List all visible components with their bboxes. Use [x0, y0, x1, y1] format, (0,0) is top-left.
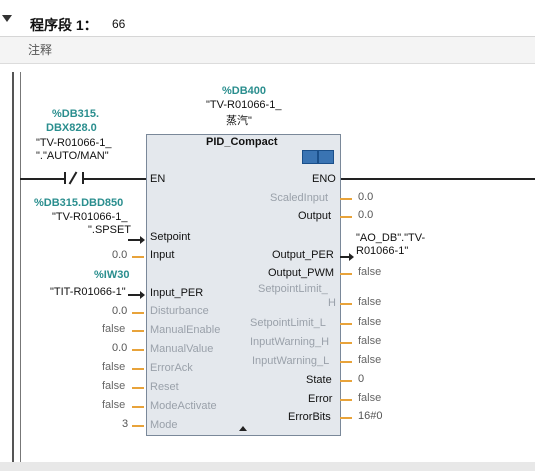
instance-db-name-line2[interactable]: 蒸汽" [226, 112, 252, 128]
input-value-reset[interactable]: false [102, 380, 125, 392]
contact-tag-line1[interactable]: "TV-R01066-1_ [36, 137, 111, 149]
output-wire-scaledinput [340, 198, 352, 200]
en-pin-label: EN [150, 173, 166, 185]
output-wire-output-pwm [340, 273, 352, 275]
output-value-error[interactable]: false [358, 392, 381, 404]
input-value-erroreack[interactable]: false [102, 361, 125, 373]
input-pin-input[interactable]: Input [150, 249, 174, 261]
output-pin-output[interactable]: Output [298, 210, 331, 222]
setpoint-wire [128, 239, 140, 241]
block-type-title: PID_Compact [206, 136, 278, 148]
output-pin-output-per[interactable]: Output_PER [272, 249, 334, 261]
output-pin-errorbits[interactable]: ErrorBits [288, 411, 331, 423]
contact-address-line1[interactable]: %DB315. [52, 108, 99, 120]
input-wire-disturbance [132, 312, 144, 314]
instance-db-name-line1[interactable]: "TV-R01066-1_ [206, 99, 281, 111]
output-wire-output [340, 216, 352, 218]
input-value-mode[interactable]: 3 [122, 418, 128, 430]
input-wire-manualvalue [132, 349, 144, 351]
input-wire-mode [132, 425, 144, 427]
output-wire-errorbits [340, 417, 352, 419]
output-wire-inputwarning-h [340, 342, 352, 344]
output-wire-setpointlimit-l [340, 323, 352, 325]
collapse-arrow-icon[interactable] [2, 15, 12, 22]
contact-negation-slash[interactable] [68, 171, 78, 185]
input-value-disturbance[interactable]: 0.0 [112, 305, 127, 317]
output-per-target-tag-line2[interactable]: R01066-1" [356, 245, 408, 257]
setpoint-arrow-icon [140, 236, 145, 244]
input-pin-mode[interactable]: Mode [150, 419, 178, 431]
setpoint-source-tag-line1[interactable]: "TV-R01066-1_ [52, 211, 127, 223]
setpoint-source-address[interactable]: %DB315.DBD850 [34, 197, 123, 209]
output-pin-state[interactable]: State [306, 374, 332, 386]
bottom-scroll-area[interactable] [0, 462, 535, 471]
output-value-state[interactable]: 0 [358, 373, 364, 385]
output-value-output[interactable]: 0.0 [358, 209, 373, 221]
output-pin-output-pwm[interactable]: Output_PWM [268, 267, 334, 279]
comment-row[interactable] [0, 37, 535, 63]
output-value-output-pwm[interactable]: false [358, 266, 381, 278]
input-wire-modeactivate [132, 406, 144, 408]
input-value-input[interactable]: 0.0 [112, 249, 127, 261]
output-pin-inputwarning-l[interactable]: InputWarning_L [252, 355, 329, 367]
network-number: 66 [112, 17, 126, 31]
contact-tag-line2[interactable]: "."AUTO/MAN" [36, 150, 109, 162]
power-rail-inner [20, 72, 21, 462]
output-value-scaledinput[interactable]: 0.0 [358, 191, 373, 203]
instance-db-address[interactable]: %DB400 [222, 85, 266, 97]
output-pin-scaledinput[interactable]: ScaledInput [270, 192, 328, 204]
output-value-errorbits[interactable]: 16#0 [358, 410, 382, 422]
input-pin-modeactivate[interactable]: ModeActivate [150, 400, 217, 412]
input-value-modeactivate[interactable]: false [102, 399, 125, 411]
rung-line-to-en [84, 178, 146, 180]
input-wire-reset [132, 387, 144, 389]
input-pin-manualvalue[interactable]: ManualValue [150, 343, 213, 355]
rung-line-left [20, 178, 64, 180]
output-wire-error [340, 399, 352, 401]
network-comment[interactable]: 注释 [28, 41, 52, 58]
output-pin-setpointlimit-h-line1[interactable]: SetpointLimit_ [258, 283, 328, 295]
eno-pin-label: ENO [312, 173, 336, 185]
setpoint-source-tag-line2[interactable]: ".SPSET [88, 224, 131, 236]
input-pin-input-per[interactable]: Input_PER [150, 287, 203, 299]
output-per-target-tag-line1[interactable]: "AO_DB"."TV- [356, 232, 425, 244]
rung-line-eno [339, 178, 535, 180]
comment-divider [0, 63, 535, 64]
output-wire-state [340, 380, 352, 382]
output-value-inputwarning-h[interactable]: false [358, 335, 381, 347]
input-pin-reset[interactable]: Reset [150, 381, 179, 393]
output-pin-error[interactable]: Error [308, 393, 332, 405]
output-pin-inputwarning-h[interactable]: InputWarning_H [250, 336, 329, 348]
expand-pins-icon[interactable] [239, 426, 247, 431]
input-value-manualvalue[interactable]: 0.0 [112, 342, 127, 354]
output-pin-setpointlimit-l[interactable]: SetpointLimit_L [250, 317, 326, 329]
output-per-arrow-icon [349, 253, 354, 261]
input-per-source-address[interactable]: %IW30 [94, 269, 129, 281]
network-title[interactable]: 程序段 1： [30, 15, 98, 35]
configuration-icon[interactable] [318, 150, 334, 164]
output-pin-setpointlimit-h-line2[interactable]: H [328, 297, 336, 309]
output-value-setpointlimit-h[interactable]: false [358, 296, 381, 308]
input-wire-errorack [132, 368, 144, 370]
output-wire-setpointlimit-h [340, 303, 352, 305]
output-value-inputwarning-l[interactable]: false [358, 354, 381, 366]
output-value-setpointlimit-l[interactable]: false [358, 316, 381, 328]
input-pin-disturbance[interactable]: Disturbance [150, 305, 209, 317]
input-wire-input [132, 256, 144, 258]
commissioning-icon[interactable] [302, 150, 318, 164]
input-pin-setpoint[interactable]: Setpoint [150, 231, 190, 243]
input-pin-errorack[interactable]: ErrorAck [150, 362, 193, 374]
output-wire-inputwarning-l [340, 361, 352, 363]
input-value-manualenable[interactable]: false [102, 323, 125, 335]
input-pin-manualenable[interactable]: ManualEnable [150, 324, 220, 336]
input-per-wire [128, 294, 140, 296]
contact-address-line2[interactable]: DBX828.0 [46, 122, 97, 134]
power-rail [12, 72, 14, 462]
contact-left-bar[interactable] [64, 172, 66, 184]
input-per-arrow-icon [140, 291, 145, 299]
input-wire-manualenable [132, 330, 144, 332]
input-per-source-tag[interactable]: "TIT-R01066-1" [50, 286, 126, 298]
